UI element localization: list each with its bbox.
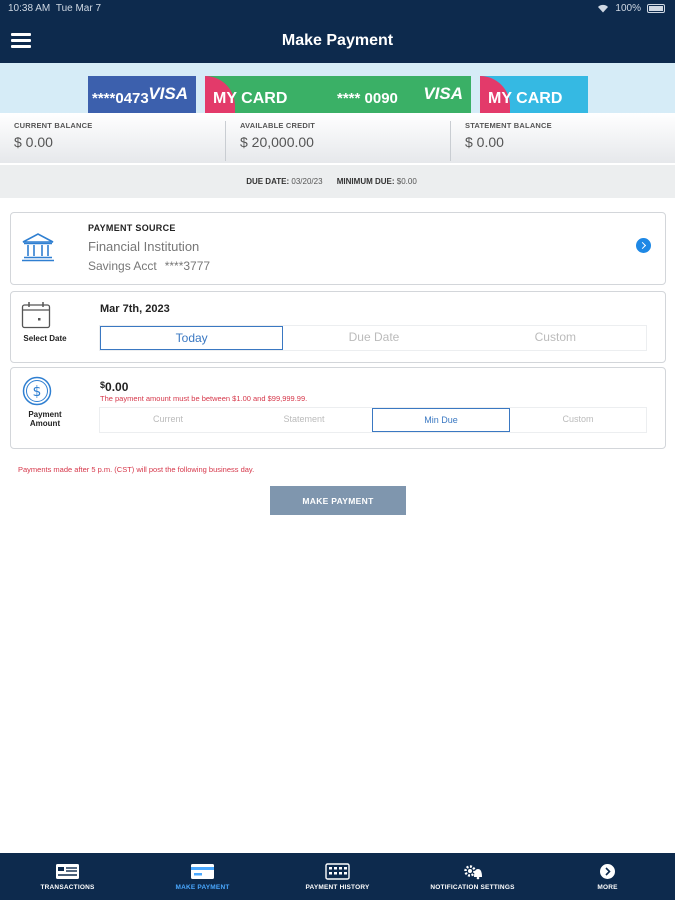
card-name: MY CARD — [213, 90, 288, 107]
page-title: Make Payment — [281, 32, 394, 49]
statement-balance: STATEMENT BALANCE $ 0.00 — [450, 121, 675, 161]
due-date-value: 03/20/23 — [291, 177, 323, 186]
card-item[interactable]: MY CARD — [480, 76, 588, 113]
due-date-label: DUE DATE: — [246, 177, 290, 186]
visa-logo: VISA — [423, 84, 463, 103]
amount-option-statement[interactable]: Statement — [236, 408, 372, 432]
bank-icon — [22, 233, 54, 262]
card-icon — [191, 864, 214, 879]
account-type: Savings Acct — [88, 259, 157, 273]
amount-option-current[interactable]: Current — [100, 408, 236, 432]
account-number: ****3777 — [164, 259, 211, 273]
card-item-selected[interactable]: MY CARD **** 0090 VISA — [205, 76, 471, 113]
payment-source-panel[interactable]: PAYMENT SOURCE Financial Institution Sav… — [10, 212, 666, 285]
cutoff-notice: Payments made after 5 p.m. (CST) will po… — [18, 465, 255, 474]
current-balance: CURRENT BALANCE $ 0.00 — [14, 121, 93, 150]
calculator-icon — [325, 863, 350, 880]
minimum-due-label: MINIMUM DUE: — [336, 177, 395, 186]
available-credit: AVAILABLE CREDIT $ 20,000.00 — [225, 121, 450, 161]
amount-error-message: The payment amount must be between $1.00… — [100, 394, 308, 403]
card-number: ****0473 — [92, 90, 149, 107]
battery-icon — [647, 4, 665, 13]
transactions-icon — [56, 864, 79, 879]
payment-amount-panel: $ Payment Amount $0.00 The payment amoun… — [10, 367, 666, 449]
account-info: Savings Acct ****3777 — [88, 259, 210, 273]
status-time: 10:38 AM Tue Mar 7 — [8, 3, 102, 14]
battery-percent: 100% — [615, 3, 641, 14]
more-icon — [600, 864, 615, 879]
payment-amount-label: Payment Amount — [28, 410, 62, 428]
wifi-icon — [598, 4, 609, 13]
payment-source-title: PAYMENT SOURCE — [88, 223, 176, 233]
card-item[interactable]: ****0473 VISA — [88, 76, 196, 113]
institution-name: Financial Institution — [88, 239, 200, 254]
date-option-today[interactable]: Today — [100, 326, 284, 350]
card-number: **** 0090 — [337, 90, 398, 107]
nav-bar: Make Payment — [0, 18, 675, 63]
amount-option-selector: Current Statement Min Due Custom — [99, 407, 647, 433]
status-right: 100% — [597, 3, 665, 14]
card-name: MY CARD — [488, 90, 563, 107]
date-option-due-date[interactable]: Due Date — [283, 326, 464, 350]
tab-notification-settings[interactable]: NOTIFICATION SETTINGS — [405, 853, 540, 900]
tab-payment-history[interactable]: PAYMENT HISTORY — [270, 853, 405, 900]
dollar-circle-icon: $ — [22, 376, 52, 406]
balance-summary: CURRENT BALANCE $ 0.00 AVAILABLE CREDIT … — [0, 113, 675, 163]
date-option-custom[interactable]: Custom — [465, 326, 646, 350]
due-info: DUE DATE: 03/20/23 MINIMUM DUE: $0.00 — [0, 165, 675, 198]
bottom-tab-bar: TRANSACTIONS MAKE PAYMENT PAYMENT HISTOR… — [0, 853, 675, 900]
tab-make-payment[interactable]: MAKE PAYMENT — [135, 853, 270, 900]
payment-amount-value[interactable]: $0.00 — [100, 380, 128, 394]
select-date-panel: Select Date Mar 7th, 2023 Today Due Date… — [10, 291, 666, 363]
status-bar: 10:38 AM Tue Mar 7 100% — [0, 0, 675, 18]
calendar-icon — [21, 302, 51, 329]
card-carousel[interactable]: ****0473 VISA MY CARD **** 0090 VISA MY … — [0, 63, 675, 113]
select-date-label: Select Date — [23, 334, 67, 343]
chevron-right-icon[interactable] — [636, 238, 651, 253]
tab-transactions[interactable]: TRANSACTIONS — [0, 853, 135, 900]
minimum-due-value: $0.00 — [396, 177, 417, 186]
visa-logo: VISA — [148, 84, 188, 103]
svg-text:$: $ — [33, 384, 42, 400]
gear-bell-icon — [464, 865, 482, 880]
tab-more[interactable]: MORE — [540, 853, 675, 900]
amount-option-min-due[interactable]: Min Due — [372, 408, 510, 432]
date-option-selector: Today Due Date Custom — [99, 325, 647, 351]
selected-date: Mar 7th, 2023 — [100, 303, 170, 315]
amount-option-custom[interactable]: Custom — [510, 408, 646, 432]
make-payment-button[interactable]: MAKE PAYMENT — [270, 486, 406, 515]
